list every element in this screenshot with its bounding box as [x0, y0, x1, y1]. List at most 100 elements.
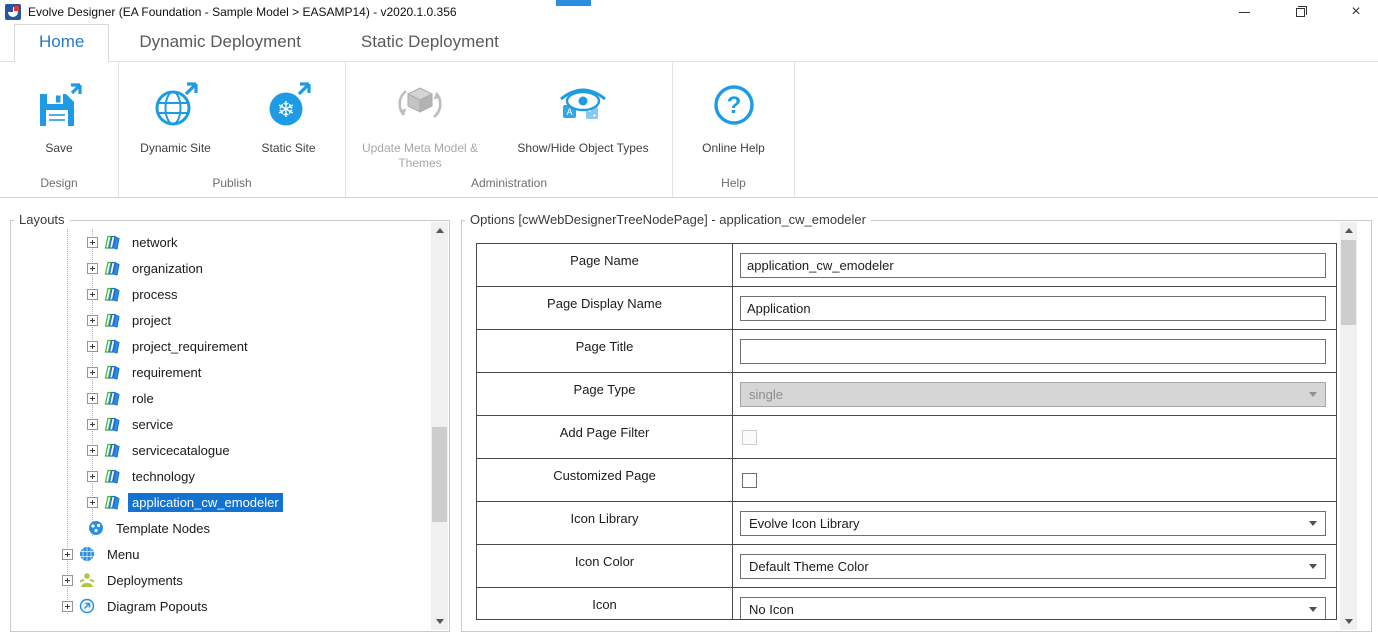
field-value-cell: [733, 287, 1336, 329]
tree-item-requirement[interactable]: requirement: [13, 359, 427, 385]
select-value: single: [749, 387, 783, 402]
expand-plus-icon[interactable]: [62, 549, 73, 560]
layout-pages-icon: [103, 416, 123, 432]
add-page-filter-checkbox: [742, 430, 757, 445]
page-title-input[interactable]: [740, 339, 1326, 364]
layout-pages-icon: [103, 338, 123, 354]
icon-select[interactable]: No Icon: [740, 597, 1326, 621]
dynamic-site-icon: [152, 72, 200, 138]
tree-item-organization[interactable]: organization: [13, 255, 427, 281]
field-label: Page Name: [477, 244, 733, 286]
ribbon-group-publish: Dynamic Site ❄ Static Site Publish: [119, 62, 346, 197]
expand-plus-icon[interactable]: [87, 341, 98, 352]
layout-pages-icon: [103, 494, 123, 510]
online-help-button-label: Online Help: [702, 141, 765, 156]
expand-plus-icon[interactable]: [87, 497, 98, 508]
ribbon-group-administration-label: Administration: [346, 173, 672, 197]
static-site-icon: ❄: [265, 72, 313, 138]
diagram-popouts-icon: [78, 598, 98, 614]
layouts-scrollbar[interactable]: [431, 222, 448, 630]
expand-plus-icon[interactable]: [87, 471, 98, 482]
tab-static-deployment[interactable]: Static Deployment: [331, 25, 529, 61]
expand-plus-icon[interactable]: [62, 601, 73, 612]
save-button[interactable]: Save: [9, 70, 109, 156]
customized-page-checkbox[interactable]: [742, 473, 757, 488]
svg-text:❄: ❄: [276, 97, 294, 122]
dynamic-site-button-label: Dynamic Site: [140, 141, 211, 156]
expand-plus-icon[interactable]: [87, 263, 98, 274]
menu-globe-icon: [78, 546, 98, 562]
dynamic-site-button[interactable]: Dynamic Site: [126, 70, 226, 156]
ribbon-group-design-label: Design: [0, 173, 118, 197]
chevron-down-icon: [1309, 607, 1317, 612]
show-hide-object-types-button[interactable]: A Show/Hide Object Types: [506, 70, 661, 156]
accent-notch: [556, 0, 591, 6]
tree-item-label: Menu: [103, 545, 144, 564]
tree-item-template-nodes[interactable]: Template Nodes: [13, 515, 427, 541]
expand-plus-icon[interactable]: [87, 237, 98, 248]
layout-pages-icon: [103, 390, 123, 406]
options-scrollbar-thumb[interactable]: [1341, 240, 1356, 325]
tree-item-project-requirement[interactable]: project_requirement: [13, 333, 427, 359]
online-help-button[interactable]: ? Online Help: [684, 70, 784, 156]
app-logo-icon: [5, 4, 21, 20]
minimize-button[interactable]: [1236, 2, 1252, 22]
tree-item-label: Diagram Popouts: [103, 597, 211, 616]
tree-item-label: technology: [128, 467, 199, 486]
maximize-button[interactable]: [1292, 2, 1308, 22]
expand-plus-icon[interactable]: [62, 575, 73, 586]
scroll-down-icon[interactable]: [1340, 613, 1357, 630]
tree-item-application-cw-emodeler[interactable]: application_cw_emodeler: [13, 489, 427, 515]
tree-item-menu[interactable]: Menu: [13, 541, 427, 567]
expand-plus-icon[interactable]: [87, 367, 98, 378]
field-value-cell: [733, 330, 1336, 372]
tree-item-label: role: [128, 389, 158, 408]
ribbon-tab-bar: Home Dynamic Deployment Static Deploymen…: [0, 24, 1378, 62]
update-meta-model-button-label: Update Meta Model & Themes: [358, 141, 483, 171]
tree-item-deployments[interactable]: Deployments: [13, 567, 427, 593]
options-scrollbar[interactable]: [1340, 222, 1357, 630]
form-row-page-name: Page Name: [477, 244, 1336, 287]
tree-item-service[interactable]: service: [13, 411, 427, 437]
close-button[interactable]: ×: [1348, 2, 1364, 22]
tab-dynamic-deployment[interactable]: Dynamic Deployment: [109, 25, 331, 61]
title-bar: Evolve Designer (EA Foundation - Sample …: [0, 0, 1378, 24]
tab-home[interactable]: Home: [14, 24, 109, 62]
layouts-scrollbar-thumb[interactable]: [432, 427, 447, 522]
tree-item-network[interactable]: network: [13, 229, 427, 255]
field-label: Add Page Filter: [477, 416, 733, 458]
layout-pages-icon: [103, 312, 123, 328]
page-display-name-input[interactable]: [740, 296, 1326, 321]
layout-pages-icon: [103, 234, 123, 250]
static-site-button[interactable]: ❄ Static Site: [239, 70, 339, 156]
tree-item-servicecatalogue[interactable]: servicecatalogue: [13, 437, 427, 463]
scroll-down-icon[interactable]: [431, 613, 448, 630]
field-label: Page Type: [477, 373, 733, 415]
expand-plus-icon[interactable]: [87, 393, 98, 404]
icon-library-select[interactable]: Evolve Icon Library: [740, 511, 1326, 536]
ribbon-group-administration: Update Meta Model & Themes A Show/Hide O…: [346, 62, 673, 197]
icon-color-select[interactable]: Default Theme Color: [740, 554, 1326, 579]
layouts-tree: network organizationprocessprojectproject…: [13, 229, 427, 627]
scroll-up-icon[interactable]: [431, 222, 448, 239]
tree-item-process[interactable]: process: [13, 281, 427, 307]
scroll-up-icon[interactable]: [1340, 222, 1357, 239]
form-row-icon-library: Icon LibraryEvolve Icon Library: [477, 502, 1336, 545]
tree-item-role[interactable]: role: [13, 385, 427, 411]
form-row-add-page-filter: Add Page Filter: [477, 416, 1336, 459]
tree-item-label: network: [128, 233, 182, 252]
form-row-icon-color: Icon ColorDefault Theme Color: [477, 545, 1336, 588]
form-row-page-type: Page Type single: [477, 373, 1336, 416]
select-value: No Icon: [749, 602, 794, 617]
minimize-icon: [1239, 12, 1250, 13]
expand-plus-icon[interactable]: [87, 445, 98, 456]
expand-plus-icon[interactable]: [87, 289, 98, 300]
tree-item-technology[interactable]: technology: [13, 463, 427, 489]
tree-item-label: servicecatalogue: [128, 441, 234, 460]
tree-item-label: Template Nodes: [112, 519, 214, 538]
expand-plus-icon[interactable]: [87, 419, 98, 430]
page-name-input[interactable]: [740, 253, 1326, 278]
tree-item-project[interactable]: project: [13, 307, 427, 333]
tree-item-diagram-popouts[interactable]: Diagram Popouts: [13, 593, 427, 619]
expand-plus-icon[interactable]: [87, 315, 98, 326]
